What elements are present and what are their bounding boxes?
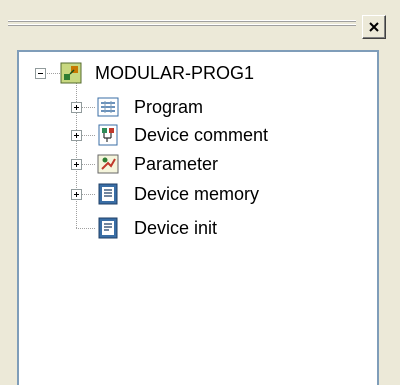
tree-item-program[interactable]: Program bbox=[134, 96, 203, 118]
grip-line-dark bbox=[8, 21, 356, 22]
tree-root-label[interactable]: MODULAR-PROG1 bbox=[95, 62, 254, 84]
project-tree-view[interactable]: MODULAR-PROG1 Program Device comment Par… bbox=[17, 50, 379, 385]
expand-toggle[interactable] bbox=[71, 130, 82, 141]
device-init-icon[interactable] bbox=[97, 217, 119, 239]
tree-item-device-init[interactable]: Device init bbox=[134, 217, 217, 239]
project-icon[interactable] bbox=[60, 62, 82, 84]
expand-toggle[interactable] bbox=[71, 159, 82, 170]
pane-title-grip[interactable] bbox=[8, 18, 356, 30]
tree-connector bbox=[82, 135, 95, 136]
close-icon bbox=[369, 22, 379, 32]
collapse-toggle[interactable] bbox=[35, 68, 46, 79]
tree-item-device-memory[interactable]: Device memory bbox=[134, 183, 259, 205]
grip-line-dark bbox=[8, 25, 356, 26]
device-comment-icon[interactable] bbox=[97, 124, 119, 146]
tree-connector bbox=[76, 228, 95, 229]
close-button[interactable] bbox=[362, 15, 386, 39]
program-icon[interactable] bbox=[97, 96, 119, 118]
tree-connector bbox=[82, 107, 95, 108]
tree-item-parameter[interactable]: Parameter bbox=[134, 153, 218, 175]
tree-item-device-comment[interactable]: Device comment bbox=[134, 124, 268, 146]
device-memory-icon[interactable] bbox=[97, 183, 119, 205]
expand-toggle[interactable] bbox=[71, 102, 82, 113]
parameter-icon[interactable] bbox=[97, 153, 119, 175]
expand-toggle[interactable] bbox=[71, 189, 82, 200]
tree-connector bbox=[82, 164, 95, 165]
tree-connector bbox=[82, 194, 95, 195]
